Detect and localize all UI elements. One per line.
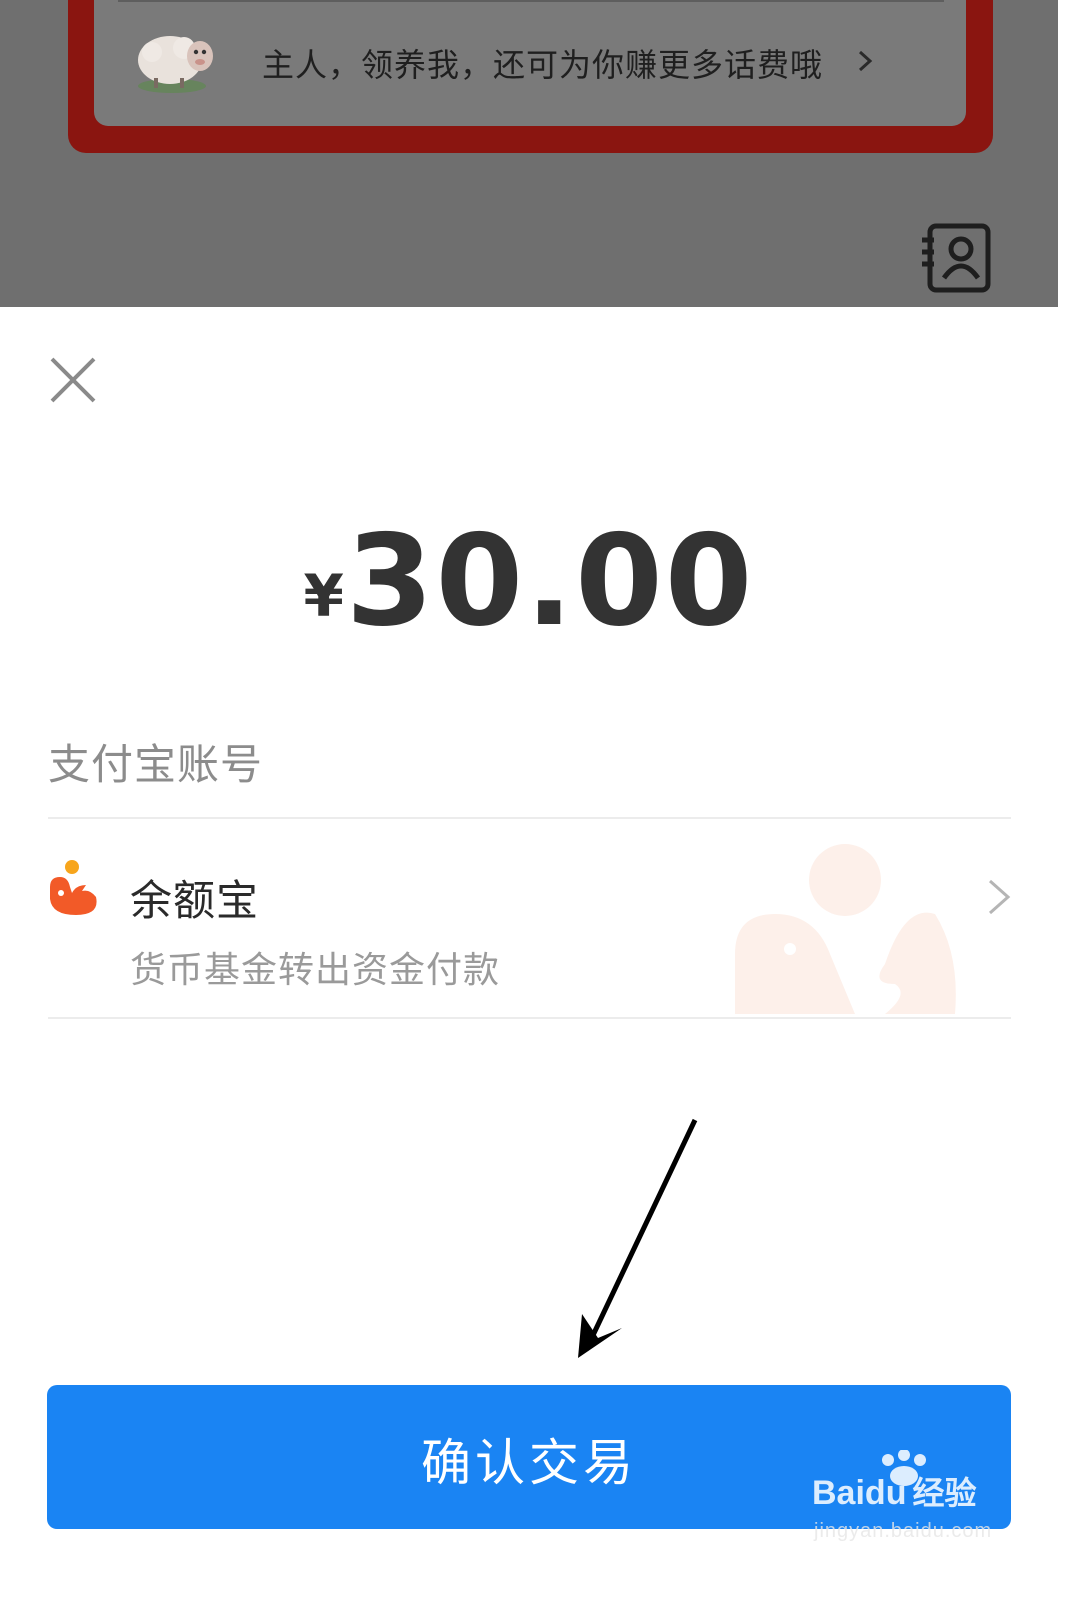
payment-method-name: 余额宝: [130, 876, 260, 925]
payment-method-description: 货币基金转出资金付款: [130, 950, 501, 991]
annotation-arrow-icon: [578, 1118, 698, 1358]
payment-method-row[interactable]: 余额宝 货币基金转出资金付款: [0, 819, 1058, 1017]
currency-symbol: ¥: [303, 562, 344, 630]
yuebao-watermark-icon: [735, 844, 956, 1014]
dimmed-background-page: 主人，领养我，还可为你赚更多话费哦: [0, 0, 1058, 307]
payment-amount: ¥30.00: [0, 507, 1058, 654]
confirm-button-label: 确认交易: [421, 1434, 637, 1492]
amount-value: 30.00: [345, 507, 755, 654]
chevron-right-icon: [989, 879, 1011, 915]
account-label: 支付宝账号: [48, 740, 264, 789]
sheep-icon: [138, 36, 213, 93]
promo-divider: [118, 0, 944, 2]
baidu-jingyan-watermark: Baidu 经验 jingyan.baidu.com: [812, 1450, 1012, 1545]
yuebao-icon: [50, 860, 97, 915]
close-icon[interactable]: [48, 355, 98, 405]
divider: [48, 1017, 1011, 1019]
contacts-book-icon[interactable]: [920, 222, 994, 296]
baidu-url: jingyan.baidu.com: [814, 1520, 993, 1542]
promo-text[interactable]: 主人，领养我，还可为你赚更多话费哦: [262, 40, 823, 86]
chevron-right-icon: [858, 50, 873, 72]
baidu-brand-suffix: du: [864, 1474, 907, 1512]
baidu-brand: Bai: [812, 1474, 865, 1512]
baidu-jingyan-label: 经验: [912, 1475, 977, 1511]
